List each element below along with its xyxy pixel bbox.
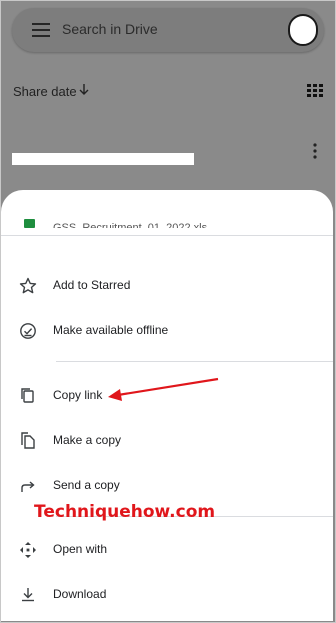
more-vert-icon[interactable] xyxy=(312,143,318,159)
menu-item-make-available-offline[interactable]: Make available offline xyxy=(1,311,333,351)
sort-label[interactable]: Share date xyxy=(13,84,77,99)
search-bar[interactable]: Search in Drive xyxy=(12,8,324,52)
bottom-sheet: GSS_Recruitment_01_2022.xls Add to Starr… xyxy=(1,190,333,621)
sheet-header: GSS_Recruitment_01_2022.xls xyxy=(1,190,333,236)
divider xyxy=(56,361,333,362)
watermark: Techniquehow.com xyxy=(34,502,216,522)
send-arrow-icon xyxy=(21,481,35,492)
menu-item-add-to-starred[interactable]: Add to Starred xyxy=(1,266,333,306)
arrow-down-icon[interactable] xyxy=(78,82,90,96)
grid-view-icon[interactable] xyxy=(307,84,323,98)
menu-item-make-a-copy[interactable]: Make a copy xyxy=(1,421,333,461)
menu-label: Make a copy xyxy=(53,433,122,447)
menu-item-send-a-copy[interactable]: Send a copy xyxy=(1,466,333,506)
menu-item-open-with[interactable]: Open with xyxy=(1,530,333,570)
menu-label: Download xyxy=(53,587,107,601)
divider xyxy=(1,235,333,236)
open-with-icon xyxy=(20,542,36,558)
sheets-file-icon xyxy=(24,219,35,228)
menu-label: Copy link xyxy=(53,388,103,402)
offline-check-icon xyxy=(20,323,36,339)
menu-label: Make available offline xyxy=(53,323,169,337)
download-icon xyxy=(22,588,34,602)
menu-item-download[interactable]: Download xyxy=(1,575,333,615)
menu-label: Send a copy xyxy=(53,478,120,492)
menu-icon[interactable] xyxy=(32,23,50,37)
avatar[interactable] xyxy=(288,14,318,46)
file-name-redaction xyxy=(41,208,277,221)
search-placeholder[interactable]: Search in Drive xyxy=(62,21,158,37)
menu-label: Open with xyxy=(53,542,108,556)
copy-link-icon xyxy=(21,388,34,403)
menu-label: Add to Starred xyxy=(53,278,131,292)
make-copy-icon xyxy=(21,432,35,449)
annotation-arrow xyxy=(108,377,219,401)
star-outline-icon xyxy=(19,277,37,294)
file-name-redaction xyxy=(12,153,194,165)
